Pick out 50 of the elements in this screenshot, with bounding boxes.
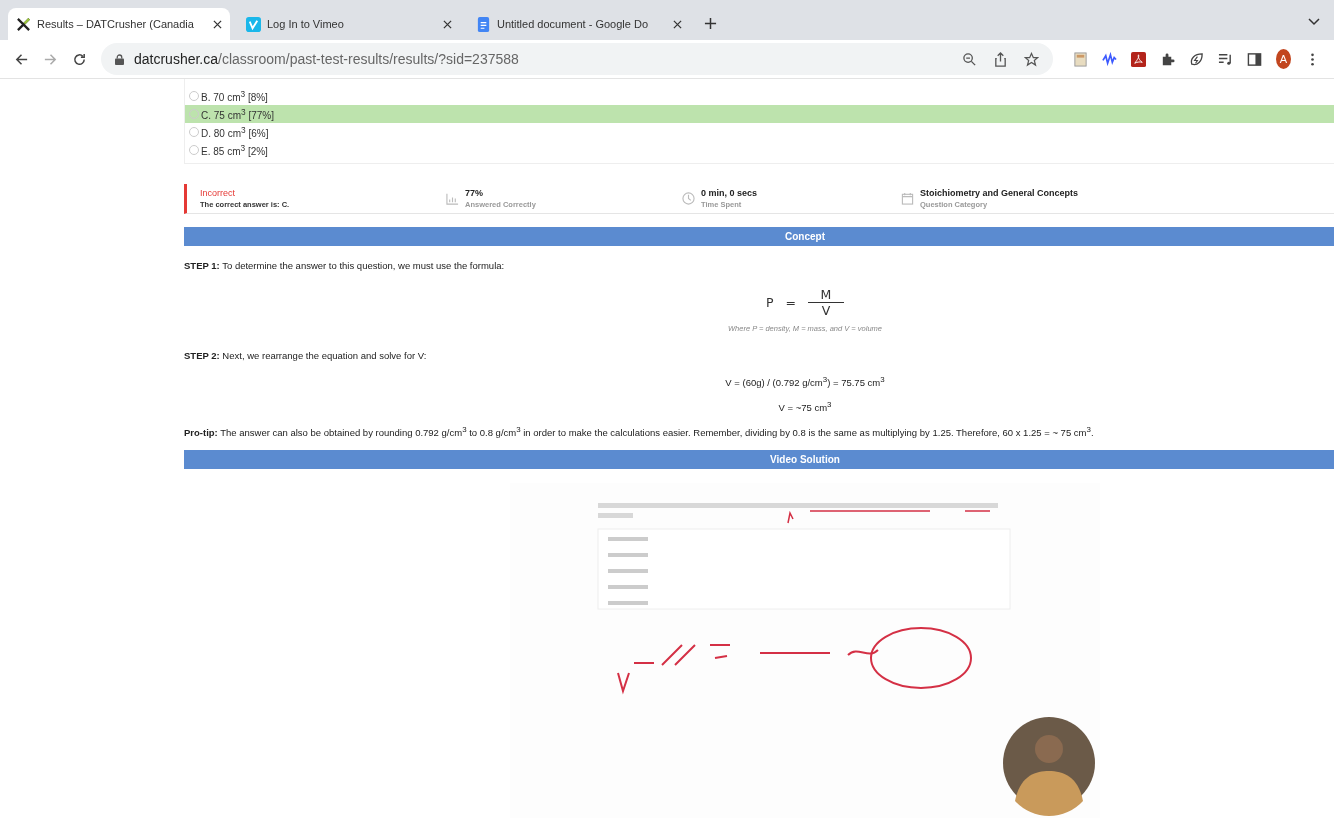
side-panel-icon[interactable] <box>1247 51 1262 67</box>
lock-icon <box>115 53 124 65</box>
formula-variable: P <box>766 295 774 310</box>
answer-option[interactable]: E. 85 cm$^{3}$ [2%] <box>185 141 1334 159</box>
close-icon[interactable] <box>213 19 222 29</box>
equation: V = (60g) / (0.792 g/cm$^{3}$) = 75.75 cm$^{3}$ <box>724 375 886 389</box>
profile-avatar[interactable]: A <box>1276 49 1291 69</box>
stat-value: 77% <box>465 188 484 198</box>
star-icon[interactable] <box>1024 51 1039 67</box>
address-bar[interactable]: datcrusher.ca/classroom/past-test-results/results/?sid=237588 <box>101 43 1053 75</box>
stat-value: Stoichiometry and General Concepts <box>920 188 1079 198</box>
step-text: STEP 1: To determine the answer to this question, we must use the formula: <box>184 260 506 271</box>
pdf-icon[interactable] <box>1131 51 1146 67</box>
new-tab-icon[interactable] <box>704 17 717 30</box>
bar-chart-icon <box>446 192 459 205</box>
calendar-icon <box>901 192 914 205</box>
result-status: Incorrect <box>200 188 236 198</box>
browser-tab[interactable]: Results – DATCrusher (Canadia <box>8 8 230 40</box>
stat-value: 0 min, 0 secs <box>701 188 758 198</box>
share-icon[interactable] <box>993 51 1008 67</box>
puzzle-icon[interactable] <box>1160 51 1175 67</box>
clock-icon <box>682 192 695 205</box>
browser-tab[interactable]: Untitled document - Google Do <box>468 8 690 40</box>
answer-option[interactable]: D. 80 cm$^{3}$ [6%] <box>185 123 1334 141</box>
v-logo-icon <box>246 16 261 32</box>
answer-option[interactable]: B. 70 cm$^{3}$ [8%] <box>185 87 1334 105</box>
tab-title: Untitled document - Google Do <box>497 18 650 30</box>
reload-icon[interactable] <box>72 51 87 67</box>
close-icon[interactable] <box>673 19 682 29</box>
tab-title: Log In to Vimeo <box>267 18 345 30</box>
formula-numerator: M <box>808 287 844 303</box>
browser-tab[interactable]: Log In to Vimeo <box>238 8 460 40</box>
zoom-out-icon[interactable] <box>962 51 977 67</box>
leaf-icon[interactable] <box>1189 51 1204 67</box>
chevron-down-icon[interactable] <box>1308 18 1320 26</box>
close-icon[interactable] <box>443 19 452 29</box>
answer-option[interactable]: C. 75 cm$^{3}$ [77%] <box>185 105 1334 123</box>
equation: V = ~75 cm$^{3}$ <box>777 400 833 414</box>
playlist-icon[interactable] <box>1218 51 1233 67</box>
url-text: datcrusher.ca/classroom/past-test-results/results/?sid=237588 <box>134 51 519 67</box>
section-header: Concept <box>184 227 1334 246</box>
document-icon <box>476 16 491 32</box>
formula-denominator: V <box>821 303 831 318</box>
waveform-icon[interactable] <box>1102 51 1117 67</box>
formula-equals: = <box>785 295 796 310</box>
step-text: STEP 2: Next, we rearrange the equation and solve for V: <box>184 350 428 361</box>
section-header: Video Solution <box>184 450 1334 470</box>
x-logo-icon <box>16 16 31 32</box>
pro-tip-text: Pro-tip: The answer can also be obtained by rounding 0.792 g/cm$^{3}$ to 0.8 g/cm$^{3}$ in order to make the calculations easier. Remember, dividing by 0.8 is the same as multiplying by 1.25. Therefore, 60 x 1.25 = ~ 75 cm$^{3}$. <box>184 425 1095 439</box>
tab-title: Results – DATCrusher (Canadia <box>37 18 195 30</box>
